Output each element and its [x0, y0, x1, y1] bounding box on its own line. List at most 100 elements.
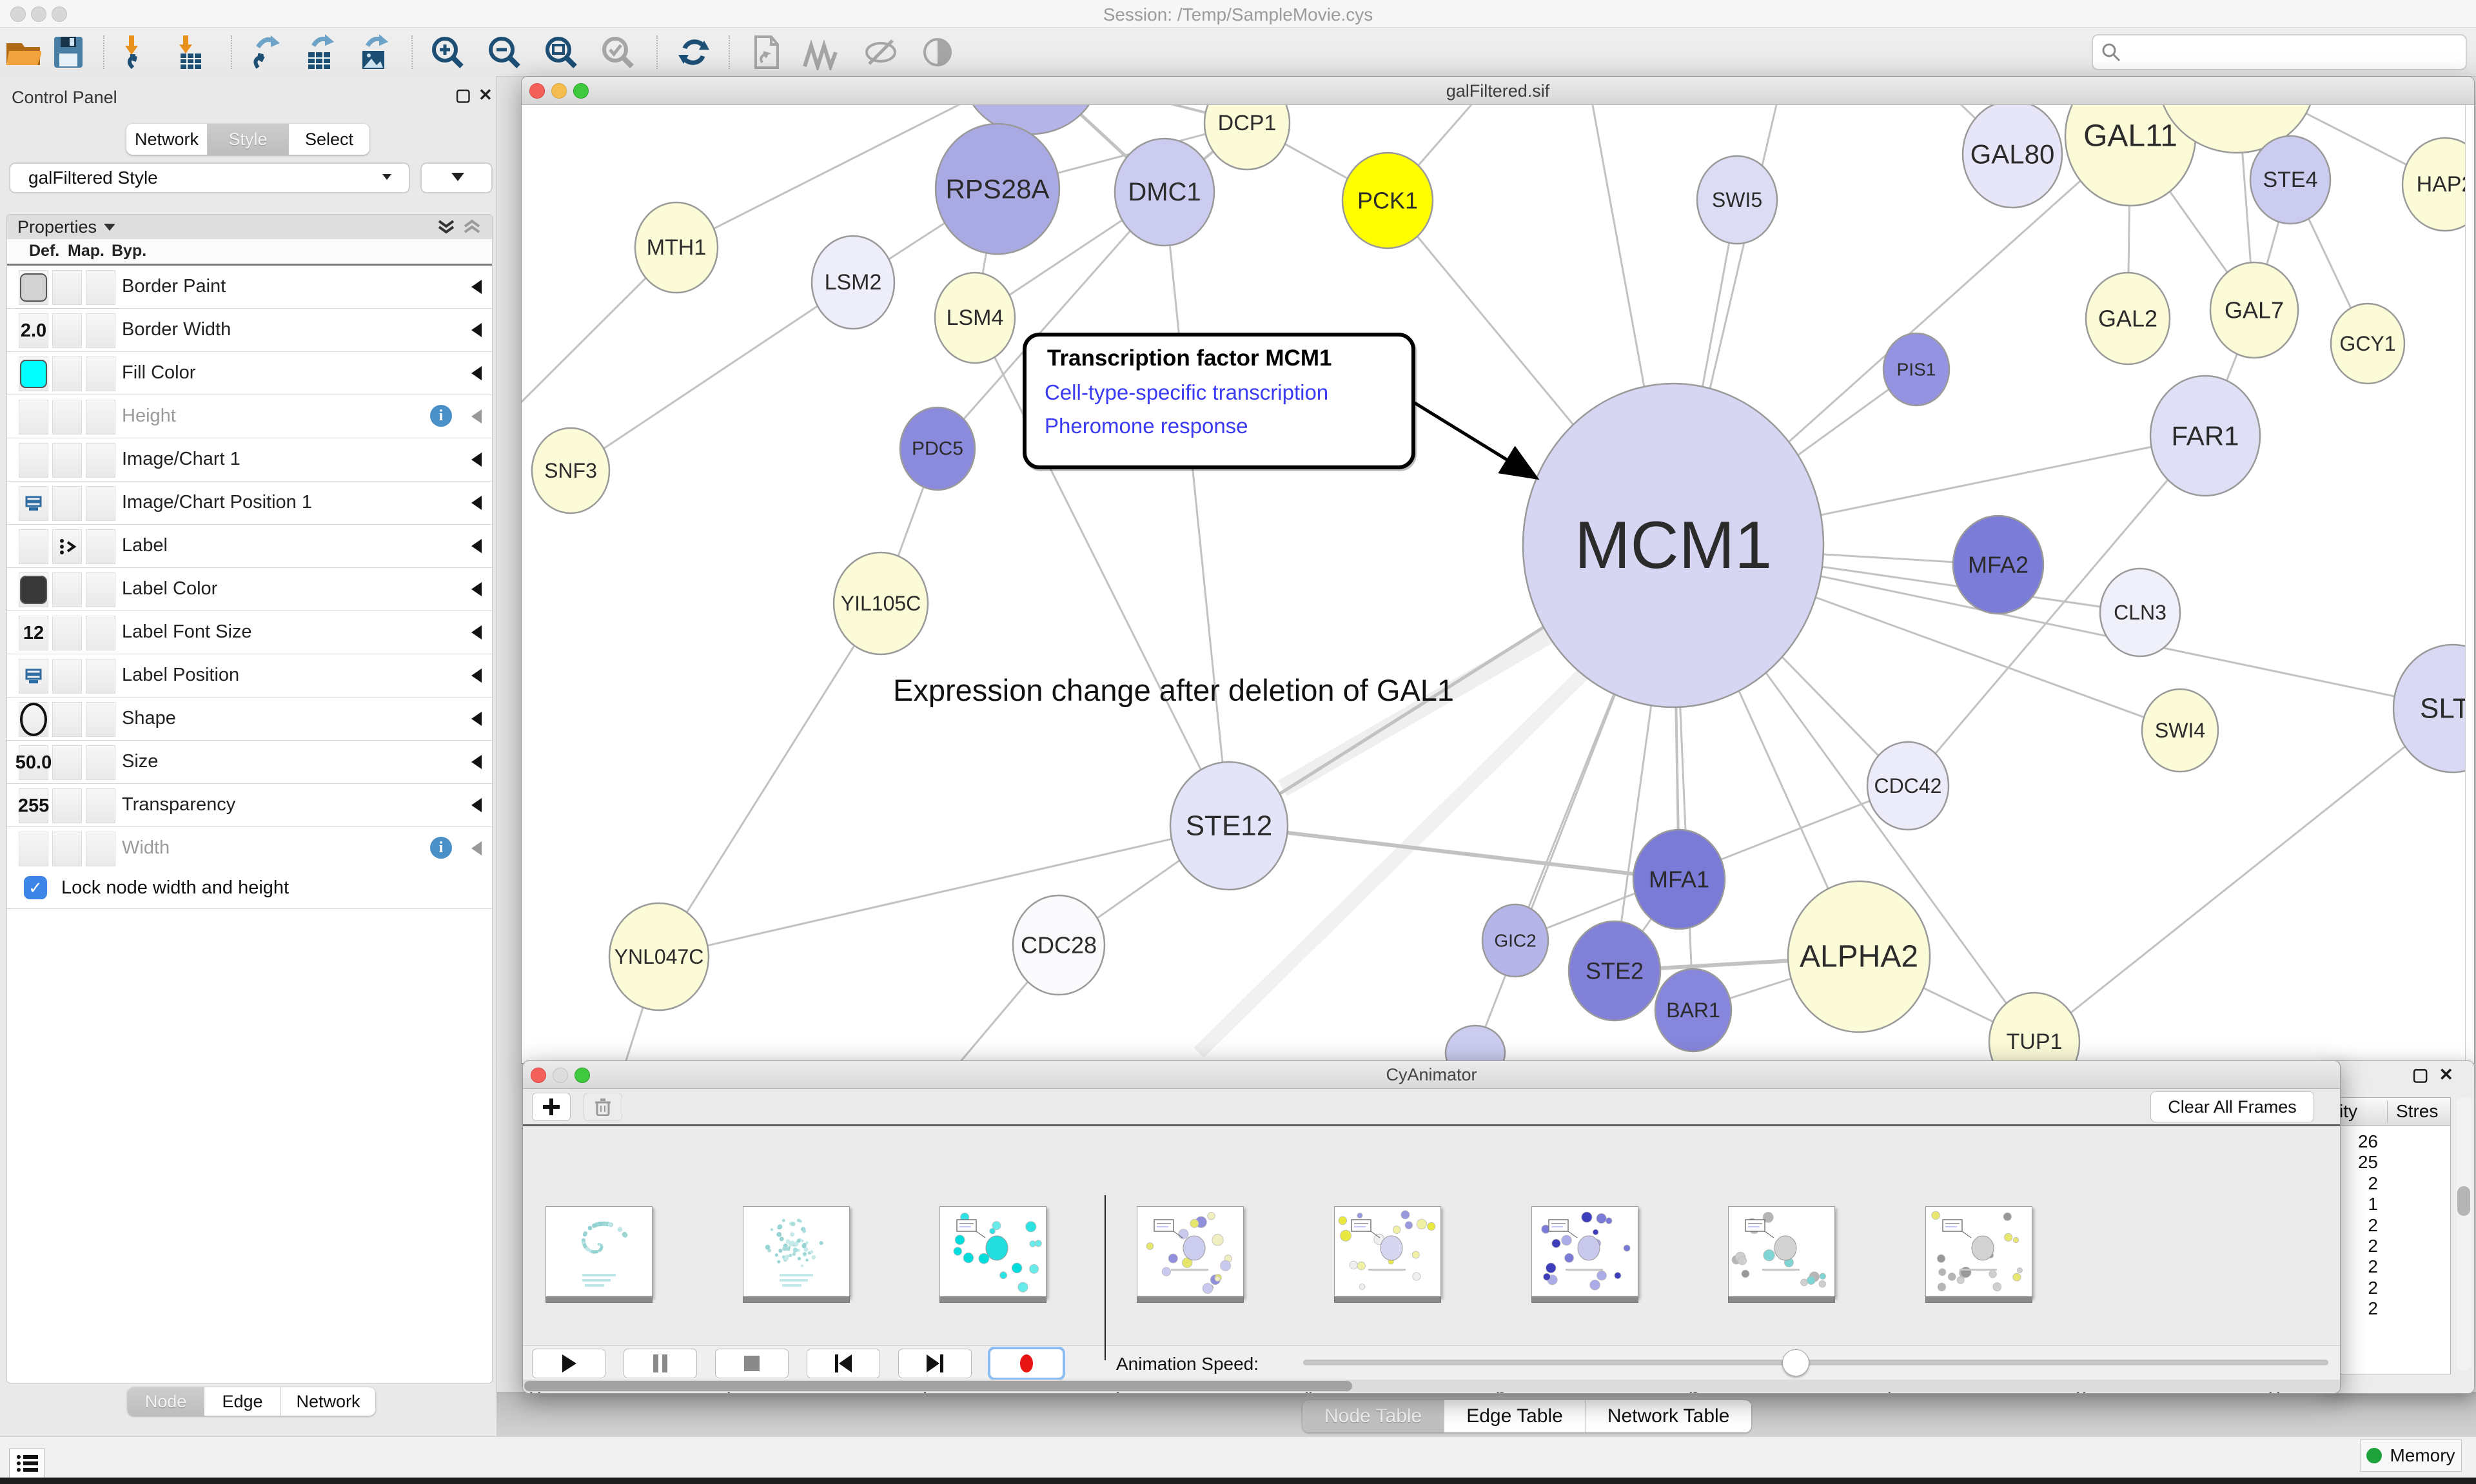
expand-property-icon[interactable]: [471, 582, 482, 596]
frame-thumbnail-7[interactable]: [1925, 1206, 2032, 1298]
go-to-end-button[interactable]: [898, 1349, 972, 1378]
expand-property-icon[interactable]: [471, 539, 482, 553]
expand-property-icon[interactable]: [471, 409, 482, 424]
node-gcy1[interactable]: GCY1: [2331, 304, 2404, 384]
expand-property-icon[interactable]: [471, 323, 482, 337]
property-row-height[interactable]: Heighti: [7, 395, 492, 438]
property-row-size[interactable]: 50.0Size: [7, 741, 492, 784]
frame-thumbnail-0[interactable]: [545, 1206, 653, 1298]
tab-network[interactable]: Network: [126, 124, 208, 155]
expand-all-icon[interactable]: [437, 219, 456, 237]
frame-thumbnail-4[interactable]: [1334, 1206, 1441, 1298]
frame-thumbnail-3[interactable]: [1137, 1206, 1244, 1298]
frame-thumbnail-1[interactable]: [743, 1206, 850, 1298]
export-image-button[interactable]: [356, 34, 392, 70]
node-gal2[interactable]: GAL2: [2086, 273, 2170, 364]
expand-property-icon[interactable]: [471, 755, 482, 769]
network-edge[interactable]: [659, 826, 1229, 957]
default-swatch[interactable]: [20, 576, 47, 604]
property-row-image-chart-position-1[interactable]: Image/Chart Position 1: [7, 482, 492, 525]
import-table-button[interactable]: [173, 34, 209, 70]
cyanimator-hscrollbar[interactable]: [523, 1380, 2340, 1392]
property-row-label[interactable]: Label: [7, 525, 492, 568]
position-icon[interactable]: [24, 668, 43, 685]
ellipse-shape-icon[interactable]: [20, 703, 47, 736]
expand-property-icon[interactable]: [471, 453, 482, 467]
expand-property-icon[interactable]: [471, 712, 482, 726]
node-dcp1[interactable]: DCP1: [1204, 105, 1290, 170]
node-table[interactable]: ity Stres 26252122222: [2332, 1097, 2451, 1374]
node-gal80[interactable]: GAL80: [1963, 105, 2062, 208]
memory-button[interactable]: Memory: [2360, 1440, 2462, 1472]
property-row-label-color[interactable]: Label Color: [7, 568, 492, 611]
property-row-transparency[interactable]: 255Transparency: [7, 784, 492, 827]
network-edge[interactable]: [1229, 826, 1679, 879]
style-options-button[interactable]: [420, 162, 493, 193]
refresh-button[interactable]: [676, 34, 712, 70]
default-value[interactable]: 255: [18, 796, 49, 817]
node-yil105c[interactable]: YIL105C: [834, 552, 928, 654]
network-window-titlebar[interactable]: galFiltered.sif: [522, 77, 2474, 105]
tab-edge[interactable]: Edge: [204, 1387, 281, 1416]
lock-size-checkbox[interactable]: ✓: [24, 876, 47, 899]
expand-property-icon[interactable]: [471, 669, 482, 683]
zoom-in-button[interactable]: [429, 34, 466, 70]
annotation-box[interactable]: Transcription factor MCM1 Cell-type-spec…: [1023, 333, 1415, 469]
expand-property-icon[interactable]: [471, 366, 482, 380]
node-cdc28[interactable]: CDC28: [1013, 895, 1105, 995]
panel-window-icons[interactable]: ▢✕: [2412, 1065, 2464, 1085]
position-icon[interactable]: [24, 495, 43, 512]
info-icon[interactable]: i: [430, 837, 452, 859]
info-icon[interactable]: i: [430, 405, 452, 427]
animation-speed-slider[interactable]: [1303, 1360, 2328, 1365]
default-value[interactable]: 50.0: [15, 752, 52, 774]
node-dmc1[interactable]: DMC1: [1115, 139, 1214, 246]
import-network-button[interactable]: [120, 34, 156, 70]
default-value[interactable]: 12: [23, 623, 44, 644]
node-alpha2[interactable]: ALPHA2: [1788, 881, 1930, 1032]
network-edge[interactable]: [2034, 708, 2453, 1042]
go-to-start-button[interactable]: [807, 1349, 880, 1378]
default-swatch[interactable]: [20, 273, 47, 302]
properties-header[interactable]: Properties: [7, 215, 492, 240]
node-snf3[interactable]: SNF3: [532, 428, 609, 513]
expand-property-icon[interactable]: [471, 841, 482, 855]
node-lsm4[interactable]: LSM4: [935, 273, 1015, 363]
annotation-link-2[interactable]: Pheromone response: [1045, 414, 1248, 438]
open-session-button[interactable]: [5, 34, 41, 70]
tab-select[interactable]: Select: [289, 124, 369, 155]
node-pck1[interactable]: PCK1: [1342, 153, 1433, 248]
node-pis1[interactable]: PIS1: [1883, 333, 1949, 405]
node-pdc5[interactable]: PDC5: [900, 407, 975, 490]
node-swi5[interactable]: SWI5: [1697, 156, 1777, 244]
default-value[interactable]: 2.0: [21, 320, 46, 342]
float-panel-icon[interactable]: ▢: [455, 85, 471, 105]
node-rps28a[interactable]: RPS28A: [936, 124, 1059, 254]
search-field[interactable]: [2092, 34, 2467, 70]
property-row-image-chart-1[interactable]: Image/Chart 1: [7, 438, 492, 482]
tab-edge-table[interactable]: Edge Table: [1444, 1400, 1586, 1432]
zoom-fit-button[interactable]: [543, 34, 579, 70]
node-lsm2[interactable]: LSM2: [812, 236, 894, 329]
expand-property-icon[interactable]: [471, 798, 482, 812]
node-ste2[interactable]: STE2: [1569, 921, 1660, 1020]
node-tup1[interactable]: TUP1: [1989, 993, 2079, 1062]
annotation-link-1[interactable]: Cell-type-specific transcription: [1045, 380, 1328, 405]
expand-property-icon[interactable]: [471, 280, 482, 294]
search-input[interactable]: [2129, 38, 2454, 65]
property-row-border-paint[interactable]: Border Paint: [7, 266, 492, 309]
slider-handle[interactable]: [1782, 1349, 1809, 1376]
node-ste4[interactable]: STE4: [2250, 136, 2330, 224]
node-swi4[interactable]: SWI4: [2142, 689, 2218, 772]
export-table-button[interactable]: [302, 34, 338, 70]
node-mfa1[interactable]: MFA1: [1633, 830, 1725, 929]
node-mcm1[interactable]: MCM1: [1523, 384, 1823, 707]
node-cln3[interactable]: CLN3: [2100, 569, 2180, 656]
node-far1[interactable]: FAR1: [2150, 376, 2260, 496]
expand-property-icon[interactable]: [471, 496, 482, 510]
default-swatch[interactable]: [20, 360, 47, 388]
property-row-shape[interactable]: Shape: [7, 698, 492, 741]
tab-network-style[interactable]: Network: [281, 1387, 375, 1416]
frame-thumbnail-2[interactable]: [939, 1206, 1046, 1298]
node-cdc42[interactable]: CDC42: [1867, 742, 1949, 830]
